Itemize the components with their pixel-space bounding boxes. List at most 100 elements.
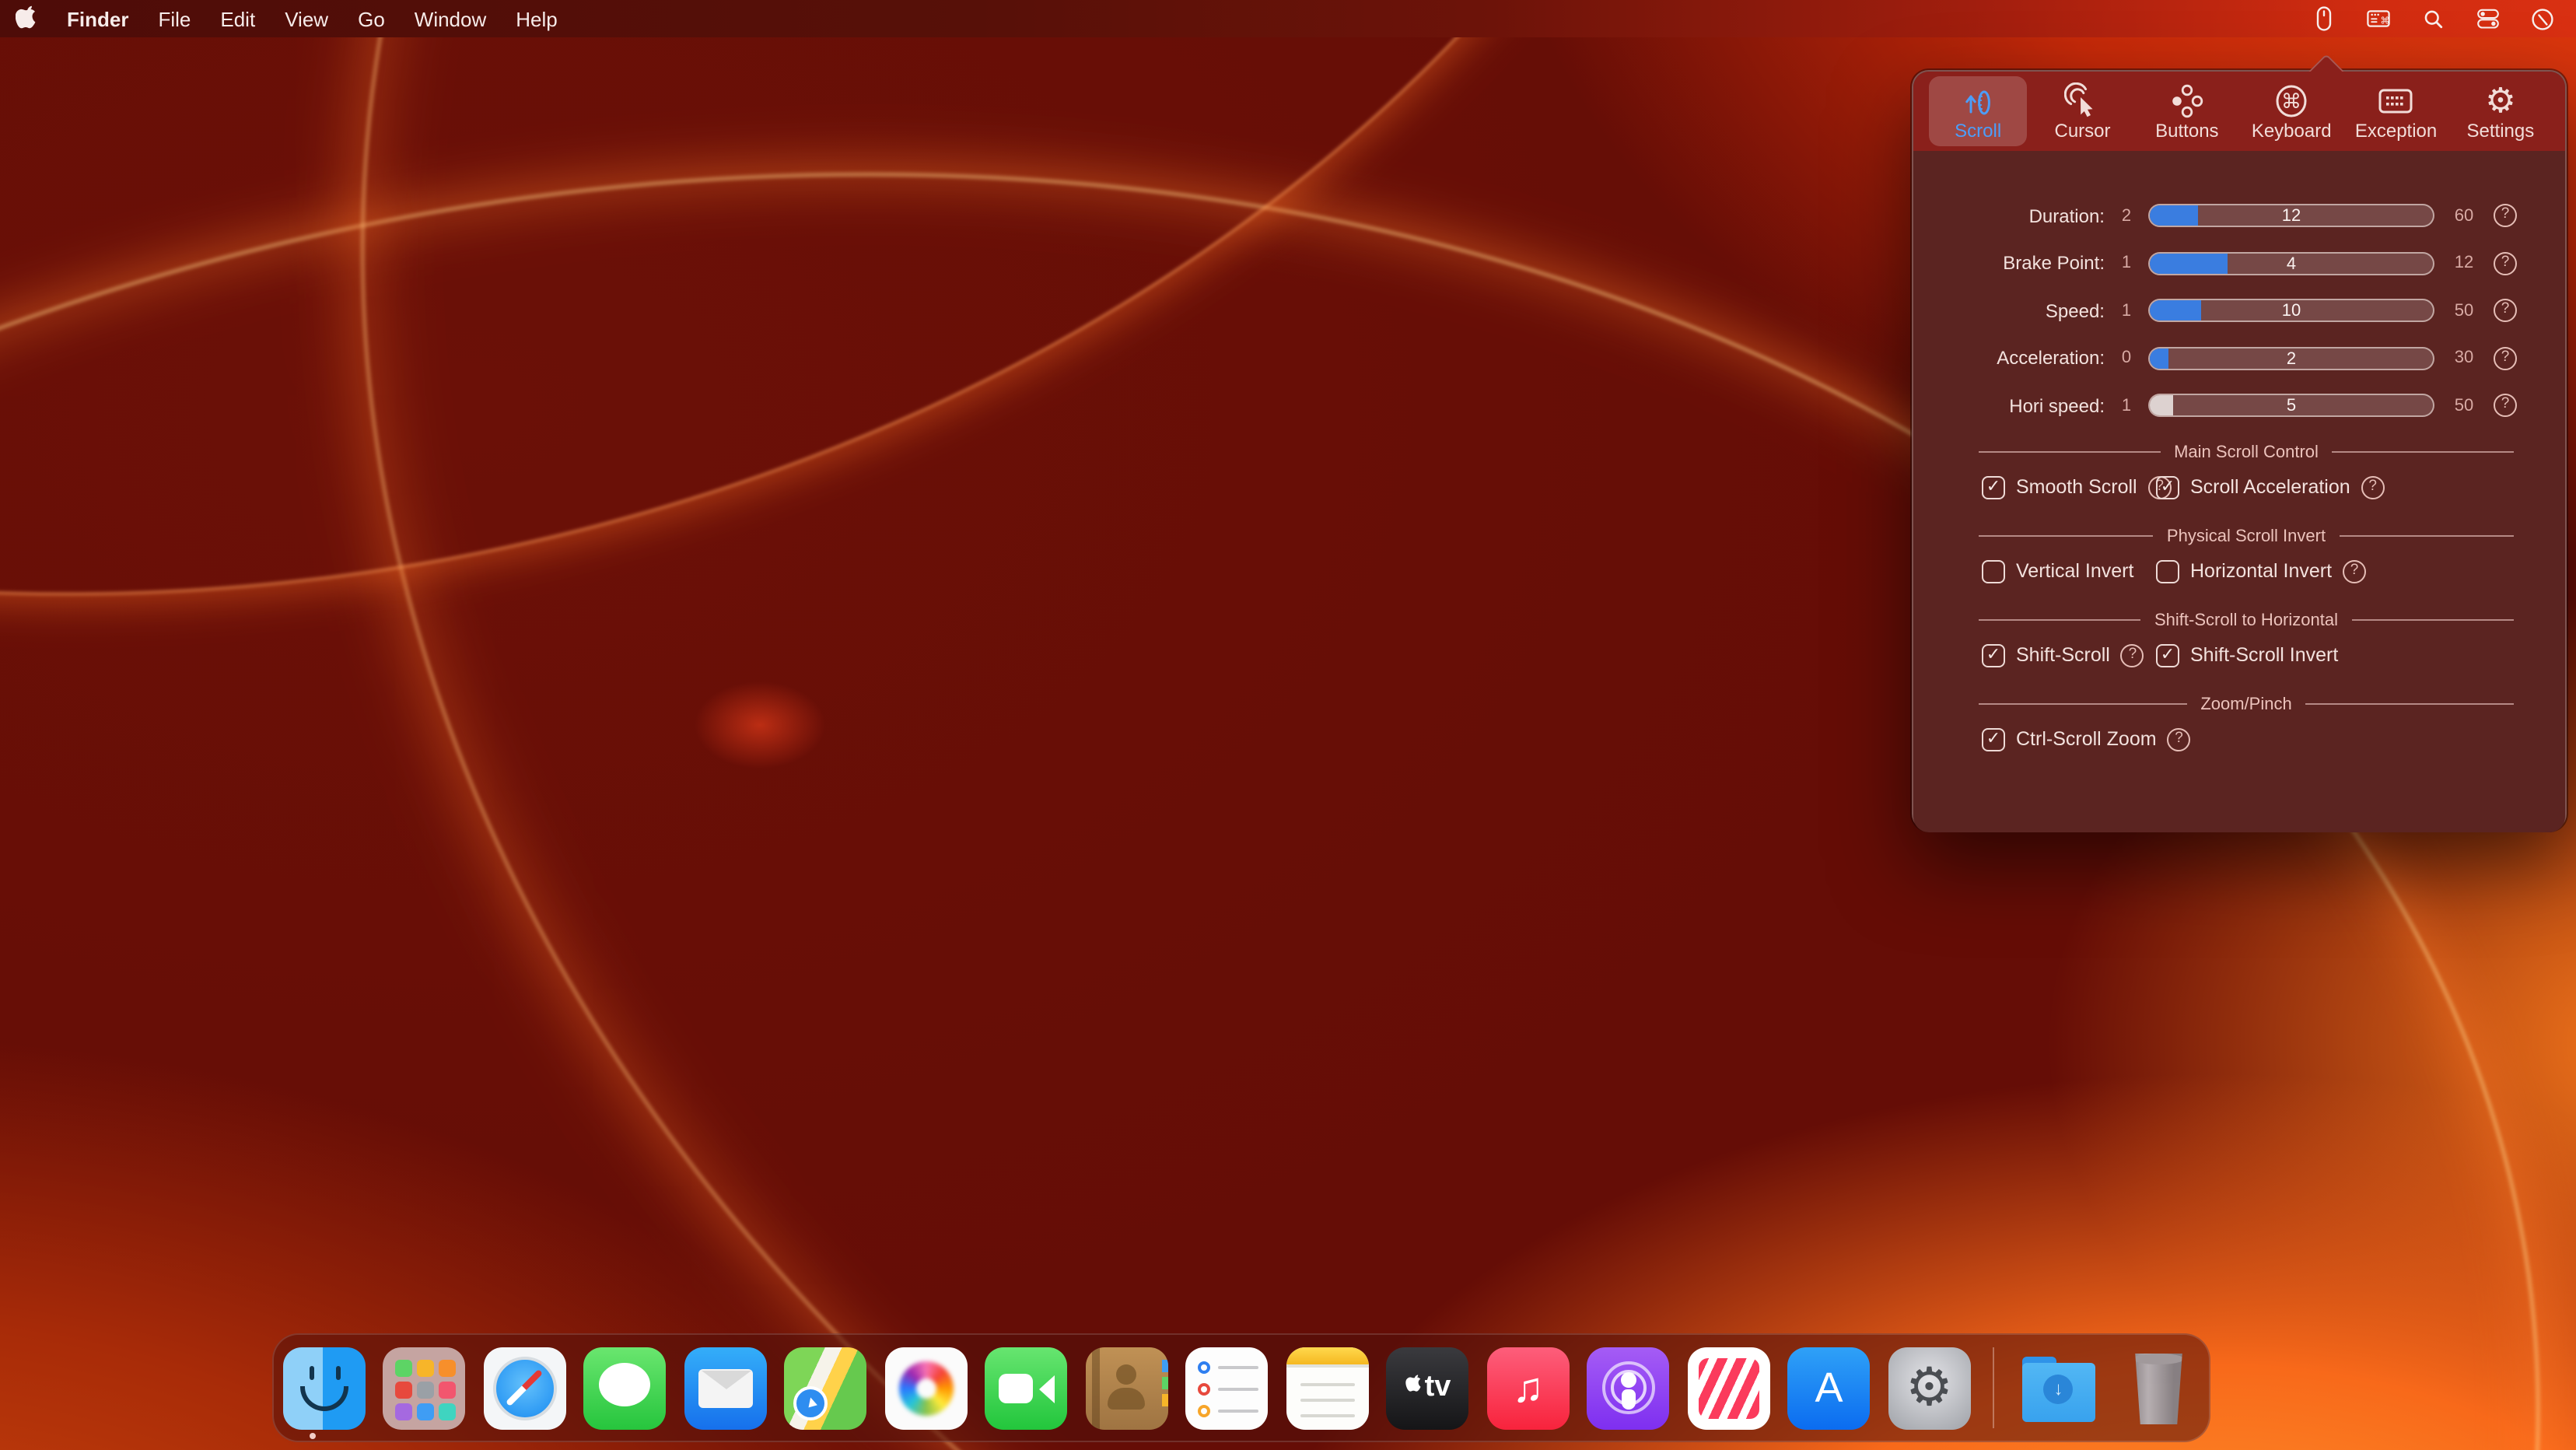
help-icon[interactable]: ? — [2361, 475, 2385, 499]
slider-current-value: 10 — [2150, 300, 2433, 320]
tab-label: Cursor — [2055, 121, 2111, 141]
slider-label: Brake Point: — [1976, 252, 2105, 274]
acceleration-slider[interactable]: 2 — [2148, 346, 2434, 370]
slider-row: Brake Point:1412? — [1976, 251, 2517, 275]
brakepoint-slider[interactable]: 4 — [2148, 251, 2434, 275]
help-icon[interactable]: ? — [2121, 643, 2144, 667]
tab-buttons[interactable]: Buttons — [2138, 76, 2236, 146]
help-icon[interactable]: ? — [2494, 251, 2517, 275]
dock-messages-icon[interactable] — [584, 1347, 667, 1429]
help-icon[interactable]: ? — [2494, 394, 2517, 417]
help-icon[interactable]: ? — [2168, 727, 2191, 751]
section-header: Main Scroll Control — [1979, 441, 2514, 463]
checkbox-label: Scroll Acceleration — [2190, 476, 2350, 498]
divider-line — [2333, 451, 2514, 453]
menu-item-help[interactable]: Help — [516, 7, 558, 30]
tab-exception[interactable]: Exception — [2347, 76, 2445, 146]
dock-podcasts-icon[interactable] — [1587, 1347, 1670, 1429]
finder-running-indicator — [310, 1433, 316, 1439]
menu-item-view[interactable]: View — [285, 7, 328, 30]
mouse-icon[interactable] — [2308, 3, 2340, 34]
dock-music-icon[interactable]: ♫ — [1487, 1347, 1570, 1429]
slider-label: Hori speed: — [1976, 394, 2105, 416]
help-icon[interactable]: ? — [2343, 559, 2366, 583]
checkbox-label: Horizontal Invert — [2190, 560, 2332, 582]
checkbox[interactable]: ✓ — [1982, 475, 2005, 499]
apple-menu-icon[interactable] — [16, 4, 37, 33]
tab-settings[interactable]: ⚙Settings — [2452, 76, 2550, 146]
divider-line — [1979, 451, 2160, 453]
checkbox[interactable]: ✓ — [2156, 643, 2179, 667]
checkbox[interactable] — [1982, 559, 2005, 583]
screen: Finder File Edit View Go Window Help ⌘ Scroll… — [0, 0, 2576, 1450]
menu-item-edit[interactable]: Edit — [220, 7, 255, 30]
slider-min-value: 1 — [2114, 254, 2139, 272]
help-icon[interactable]: ? — [2494, 346, 2517, 370]
section-title: Shift-Scroll to Horizontal — [2154, 611, 2338, 629]
dock-photos-icon[interactable] — [885, 1347, 968, 1429]
dock-contacts-icon[interactable] — [1086, 1347, 1168, 1429]
slider-max-value: 30 — [2444, 348, 2484, 367]
checkbox[interactable]: ✓ — [1982, 643, 2005, 667]
slider-row: Duration:21260? — [1976, 204, 2517, 227]
menu-item-go[interactable]: Go — [358, 7, 385, 30]
checkbox-item-smooth-scroll: ✓Smooth Scroll? — [1982, 471, 2156, 503]
dock-mail-icon[interactable] — [684, 1347, 767, 1429]
checkbox-sections: Main Scroll Control✓Smooth Scroll?✓Scrol… — [1976, 441, 2517, 755]
slider-current-value: 4 — [2150, 253, 2433, 273]
dock-facetime-icon[interactable] — [985, 1347, 1068, 1429]
dock-appstore-icon[interactable]: A — [1788, 1347, 1871, 1429]
checkbox[interactable] — [2156, 559, 2179, 583]
dock-maps-icon[interactable]: ▲ — [785, 1347, 867, 1429]
menu-bar: Finder File Edit View Go Window Help ⌘ — [0, 0, 2576, 37]
checkbox-item-scroll-acceleration: ✓ Scroll Acceleration? — [2156, 471, 2517, 503]
app-window-icon — [2376, 82, 2417, 119]
divider-line — [1979, 619, 2140, 621]
help-icon[interactable]: ? — [2494, 299, 2517, 322]
menu-bar-status-area: ⌘ — [2308, 3, 2557, 34]
slider-min-value: 0 — [2114, 348, 2139, 367]
scroll-settings-popover: Scroll Cursor Buttons ⌘KeyboardException⚙Se… — [1912, 70, 2567, 831]
slider-max-value: 50 — [2444, 396, 2484, 415]
divider-line — [2340, 535, 2514, 537]
mouse-buttons-icon — [2168, 82, 2206, 119]
dock-launchpad-icon[interactable] — [383, 1347, 466, 1429]
slider-label: Acceleration: — [1976, 347, 2105, 369]
menu-item-file[interactable]: File — [158, 7, 191, 30]
dock-settings-icon[interactable]: ⚙ — [1888, 1347, 1971, 1429]
cursor-click-icon — [2064, 82, 2102, 119]
section-title: Physical Scroll Invert — [2167, 527, 2326, 545]
dock-news-icon[interactable] — [1688, 1347, 1770, 1429]
tab-scroll[interactable]: Scroll — [1929, 76, 2027, 146]
dock-safari-icon[interactable] — [484, 1347, 566, 1429]
menu-item-window[interactable]: Window — [415, 7, 487, 30]
horispeed-slider[interactable]: 5 — [2148, 394, 2434, 417]
dock-finder-icon[interactable] — [283, 1347, 366, 1429]
dock-reminders-icon[interactable] — [1186, 1347, 1269, 1429]
checkbox[interactable]: ✓ — [2156, 475, 2179, 499]
dock-notes-icon[interactable] — [1286, 1347, 1369, 1429]
dock-tv-icon[interactable]: tv — [1387, 1347, 1469, 1429]
duration-slider[interactable]: 12 — [2148, 204, 2434, 227]
slider-row: Acceleration: 02 30? — [1976, 346, 2517, 370]
checkbox[interactable]: ✓ — [1982, 727, 2005, 751]
slider-current-value: 12 — [2150, 205, 2433, 226]
slider-row: Hori speed:1550? — [1976, 394, 2517, 417]
help-icon[interactable]: ? — [2494, 204, 2517, 227]
control-center-icon[interactable] — [2472, 3, 2503, 34]
speed-slider[interactable]: 10 — [2148, 299, 2434, 322]
svg-text:⌘: ⌘ — [2380, 15, 2389, 26]
section-header: Physical Scroll Invert — [1979, 525, 2514, 547]
menu-app-name[interactable]: Finder — [67, 7, 128, 30]
tab-label: Buttons — [2155, 121, 2218, 141]
slider-current-value: 2 — [2150, 348, 2433, 368]
clock-icon[interactable] — [2526, 3, 2557, 34]
keyboard-viewer-icon[interactable]: ⌘ — [2363, 3, 2394, 34]
slider-max-value: 60 — [2444, 206, 2484, 225]
dock-downloads-icon[interactable]: ↓ — [2018, 1347, 2100, 1429]
dock-trash-icon[interactable] — [2118, 1347, 2200, 1429]
tab-cursor[interactable]: Cursor — [2033, 76, 2131, 146]
section-title: Main Scroll Control — [2174, 443, 2319, 461]
tab-keyboard[interactable]: ⌘Keyboard — [2242, 76, 2340, 146]
spotlight-icon[interactable] — [2417, 3, 2448, 34]
